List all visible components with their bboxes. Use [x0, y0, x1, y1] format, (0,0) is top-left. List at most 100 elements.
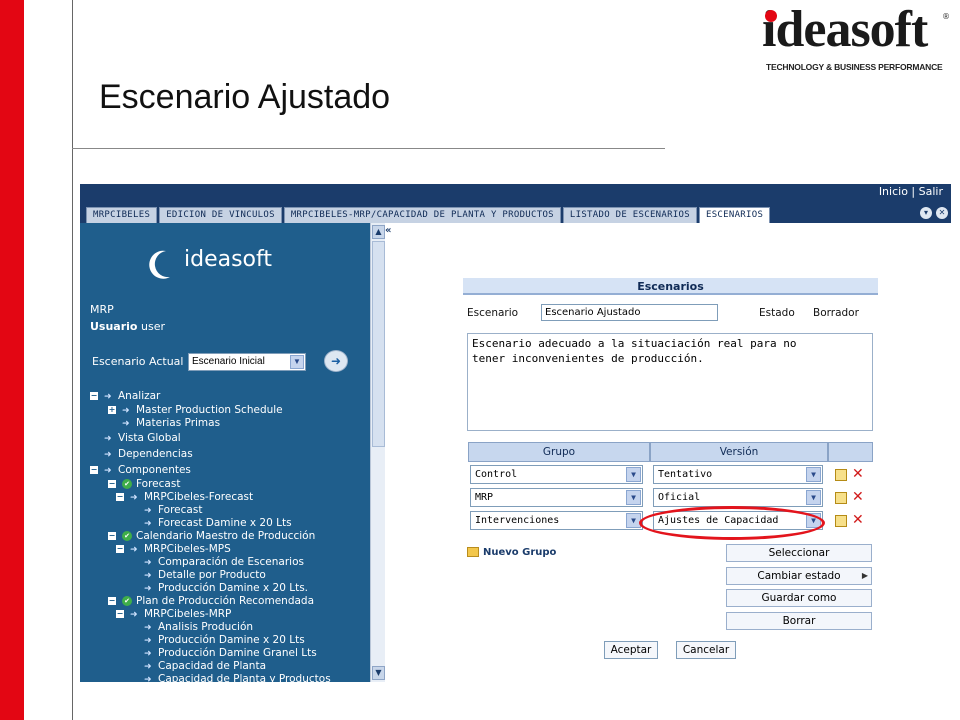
scroll-down-icon[interactable]: ▼ [372, 666, 385, 680]
arrow-right-icon: ➜ [144, 675, 152, 682]
go-arrow-button[interactable]: ➜ [324, 350, 348, 372]
collapse-icon[interactable]: − [116, 610, 124, 618]
chevron-down-icon[interactable]: ▼ [290, 355, 304, 369]
cancelar-button[interactable]: Cancelar [676, 641, 736, 659]
form-header: Escenarios [463, 278, 878, 295]
version-select[interactable]: Oficial ▼ [653, 488, 823, 507]
collapse-icon[interactable]: − [116, 545, 124, 553]
tree-item-label: Capacidad de Planta y Productos [158, 673, 331, 682]
tree-item-label: Analisis Produción [158, 621, 254, 633]
user-value: user [141, 320, 165, 333]
edit-icon[interactable] [835, 492, 847, 504]
scenario-select[interactable]: Escenario Inicial ▼ [188, 353, 306, 371]
tree-item-label: Producción Damine x 20 Lts [158, 634, 305, 646]
tree-item[interactable]: ➜ Vista Global [90, 430, 370, 446]
guardar-como-button[interactable]: Guardar como [726, 589, 872, 607]
nuevo-grupo-link[interactable]: Nuevo Grupo [467, 547, 556, 558]
tree-item[interactable]: ➜ Materias Primas [90, 417, 370, 430]
cambiar-estado-button[interactable]: Cambiar estado ▶ [726, 567, 872, 585]
borrar-button[interactable]: Borrar [726, 612, 872, 630]
tree-item-label: Dependencias [118, 448, 193, 460]
scenario-select-value: Escenario Inicial [192, 356, 265, 367]
edit-icon[interactable] [835, 515, 847, 527]
delete-icon[interactable]: ✕ [852, 490, 864, 504]
tree-item[interactable]: ➜ Analisis Produción [90, 621, 370, 634]
edit-icon[interactable] [835, 469, 847, 481]
tree-item[interactable]: ➜ Capacidad de Planta y Productos [90, 673, 370, 682]
tree-item[interactable]: − ➜ MRPCibeles-Forecast [90, 491, 370, 504]
grupo-select[interactable]: MRP ▼ [470, 488, 643, 507]
close-icon[interactable]: ✕ [936, 207, 948, 219]
ideasoft-moon-icon [149, 250, 170, 279]
arrow-right-icon: ➜ [104, 434, 112, 444]
collapse-icon[interactable]: − [108, 532, 116, 540]
collapse-icon[interactable]: − [90, 392, 98, 400]
escenario-name-input[interactable]: Escenario Ajustado [541, 304, 718, 321]
check-icon: ✔ [122, 479, 132, 489]
tree-item[interactable]: ➜ Detalle por Producto [90, 569, 370, 582]
sidebar-scrollbar[interactable]: ▲ ▼ [370, 223, 385, 682]
delete-icon[interactable]: ✕ [852, 467, 864, 481]
tree-item-label: Componentes [118, 464, 191, 476]
tree-item-label: Forecast [136, 478, 181, 490]
salir-link[interactable]: Salir [919, 185, 943, 198]
check-icon: ✔ [122, 596, 132, 606]
tree-item[interactable]: − ✔ Calendario Maestro de Producción [90, 530, 370, 543]
tree-item-label: Detalle por Producto [158, 569, 266, 581]
escenario-label: Escenario [467, 307, 519, 319]
slide-vertical-divider [72, 0, 73, 720]
collapse-sidebar-icon[interactable]: « [385, 225, 391, 236]
tree-item-label: MRPCibeles-Forecast [144, 491, 254, 503]
tab-mrpcibeles[interactable]: MRPCIBELES [86, 207, 158, 223]
tree-item[interactable]: ➜ Comparación de Escenarios [90, 556, 370, 569]
collapse-icon[interactable]: − [108, 480, 116, 488]
tree-item[interactable]: − ✔ Plan de Producción Recomendada [90, 595, 370, 608]
tree-item[interactable]: ➜ Producción Damine x 20 Lts [90, 634, 370, 647]
tree-item-label: Materias Primas [136, 417, 221, 429]
tree-item[interactable]: + ➜ Master Production Schedule [90, 404, 370, 417]
inicio-link[interactable]: Inicio [879, 185, 908, 198]
tree-item[interactable]: ➜ Producción Damine x 20 Lts. [90, 582, 370, 595]
arrow-right-icon: ➜ [104, 466, 112, 476]
tab-escenarios[interactable]: ESCENARIOS [699, 207, 771, 223]
version-value: Tentativo [658, 469, 713, 480]
delete-icon[interactable]: ✕ [852, 513, 864, 527]
grupo-select[interactable]: Control ▼ [470, 465, 643, 484]
grupo-value: Intervenciones [475, 515, 560, 526]
tree-item[interactable]: ➜ Capacidad de Planta [90, 660, 370, 673]
tab-edicion-de-vinculos[interactable]: EDICION DE VINCULOS [159, 207, 282, 223]
logo-registered-mark: ® [942, 12, 950, 21]
collapse-icon[interactable]: − [116, 493, 124, 501]
seleccionar-button[interactable]: Seleccionar [726, 544, 872, 562]
scrollbar-thumb[interactable] [372, 241, 385, 447]
chevron-down-icon[interactable]: ▼ [806, 490, 821, 505]
user-label: Usuario [90, 320, 138, 333]
tree-item[interactable]: − ➜ Componentes [90, 462, 370, 478]
aceptar-button[interactable]: Aceptar [604, 641, 658, 659]
tree-item[interactable]: − ➜ Analizar [90, 388, 370, 404]
tree-item[interactable]: − ➜ MRPCibeles-MRP [90, 608, 370, 621]
collapse-icon[interactable]: − [108, 597, 116, 605]
tree-item-label: Producción Damine x 20 Lts. [158, 582, 308, 594]
chevron-down-icon[interactable]: ▼ [806, 467, 821, 482]
collapse-icon[interactable]: − [90, 466, 98, 474]
tab-capacidad-planta-productos[interactable]: MRPCIBELES-MRP/CAPACIDAD DE PLANTA Y PRO… [283, 207, 561, 223]
tree-item[interactable]: ➜ Forecast Damine x 20 Lts [90, 517, 370, 530]
chevron-down-icon[interactable]: ▾ [920, 207, 932, 219]
chevron-down-icon[interactable]: ▼ [626, 467, 641, 482]
version-select[interactable]: Tentativo ▼ [653, 465, 823, 484]
tab-listado-de-escenarios[interactable]: LISTADO DE ESCENARIOS [562, 207, 697, 223]
chevron-down-icon[interactable]: ▼ [626, 490, 641, 505]
tree-item[interactable]: ➜ Forecast [90, 504, 370, 517]
grupo-value: MRP [475, 492, 494, 503]
tree-item[interactable]: ➜ Dependencias [90, 446, 370, 462]
expand-icon[interactable]: + [108, 406, 116, 414]
red-accent-bar [0, 0, 24, 720]
tree-item[interactable]: − ✔ Forecast [90, 478, 370, 491]
grupo-select[interactable]: Intervenciones ▼ [470, 511, 643, 530]
tree-item[interactable]: − ➜ MRPCibeles-MPS [90, 543, 370, 556]
tree-item[interactable]: ➜ Producción Damine Granel Lts [90, 647, 370, 660]
description-textarea[interactable]: Escenario adecuado a la situaciación rea… [467, 333, 873, 431]
scroll-up-icon[interactable]: ▲ [372, 225, 385, 239]
tree-item-label: Master Production Schedule [136, 404, 283, 416]
